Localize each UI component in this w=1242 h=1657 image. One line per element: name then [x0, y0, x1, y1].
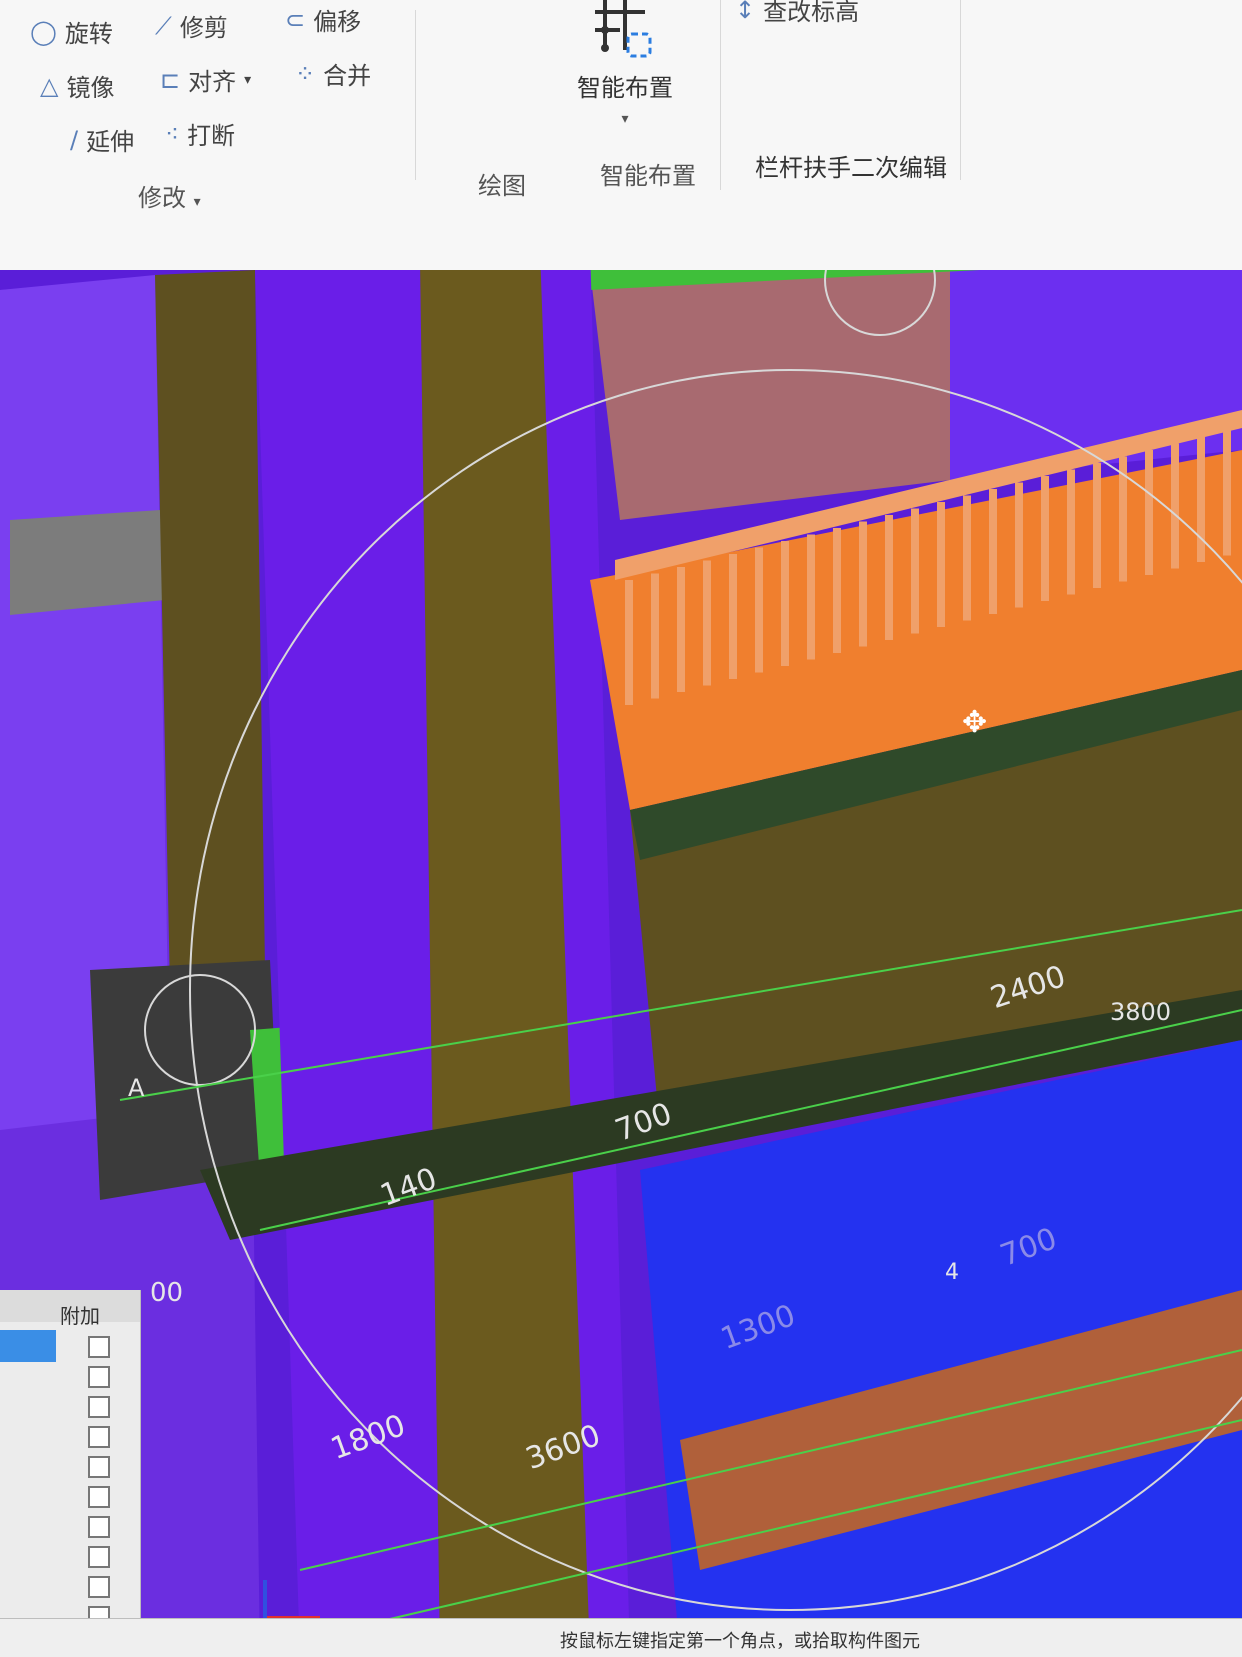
grid-axis-label: A [128, 1074, 145, 1102]
break-icon: ⁖ [165, 119, 180, 148]
rotate-label: 旋转 [64, 20, 113, 48]
extra-checkbox[interactable] [88, 1366, 110, 1388]
grid-axis-label: 4 [945, 1260, 959, 1285]
baluster [729, 554, 737, 679]
trim-button[interactable]: ⟋ 修剪 [155, 8, 228, 43]
3d-viewport[interactable]: ✥ 2400 3800 700 140 1800 3600 1300 700 4… [0, 270, 1242, 1656]
extra-column-header: 附加 [60, 1304, 100, 1328]
trim-icon: ⟋ [155, 11, 172, 40]
draw-group-label: 绘图 [478, 172, 526, 200]
properties-panel: 附加 [0, 1290, 141, 1656]
baluster [807, 534, 815, 660]
rotate-button[interactable]: ◯ 旋转 [30, 14, 113, 49]
mirror-label: 镜像 [66, 74, 115, 102]
baluster [833, 528, 841, 653]
baluster [937, 502, 945, 627]
baluster [1145, 450, 1153, 575]
baluster [1223, 430, 1231, 556]
railing-group-label: 栏杆扶手二次编辑 [755, 154, 947, 182]
merge-icon: ⁘ [295, 59, 316, 88]
baluster [911, 508, 919, 634]
align-dropdown-icon[interactable]: ▾ [244, 72, 251, 88]
mirror-button[interactable]: △ 镜像 [40, 68, 114, 103]
baluster [1015, 482, 1023, 608]
align-label: 对齐 [188, 68, 237, 96]
smart-layout-button[interactable]: 智能布置 ▾ [560, 0, 690, 127]
baluster [703, 560, 711, 686]
extra-checkbox[interactable] [88, 1336, 110, 1358]
dim-label: 00 [150, 1278, 184, 1308]
baluster [781, 541, 789, 666]
elevation-icon: ↕ [735, 0, 756, 24]
status-text: 按鼠标左键指定第一个角点，或拾取构件图元 [560, 1631, 920, 1652]
baluster [989, 489, 997, 614]
baluster [1067, 469, 1075, 595]
modify-group-label[interactable]: 修改 ▾ [138, 178, 201, 213]
extra-checkbox[interactable] [88, 1396, 110, 1418]
edit-elevation-label: 查改标高 [763, 0, 860, 26]
merge-label: 合并 [323, 62, 372, 90]
extend-button[interactable]: / 延伸 [70, 122, 134, 157]
dim-label: 3800 [1110, 998, 1172, 1026]
modify-group-text: 修改 [138, 184, 186, 212]
edit-elevation-button[interactable]: ↕ 查改标高 [735, 0, 859, 27]
baluster [1197, 437, 1205, 562]
offset-button[interactable]: ⊂ 偏移 [285, 2, 361, 37]
smart-layout-icon [595, 0, 652, 58]
extra-checkbox[interactable] [88, 1486, 110, 1508]
merge-button[interactable]: ⁘ 合并 [295, 56, 371, 91]
baluster [1171, 443, 1179, 569]
break-label: 打断 [187, 122, 236, 150]
divider [720, 0, 721, 190]
baluster [859, 521, 867, 647]
break-button[interactable]: ⁖ 打断 [165, 116, 235, 151]
baluster [1093, 463, 1101, 588]
extra-checkbox[interactable] [88, 1426, 110, 1448]
extra-checkbox[interactable] [88, 1576, 110, 1598]
left-column-face [155, 270, 265, 990]
align-button[interactable]: ⊏ 对齐 ▾ [160, 62, 251, 97]
trim-label: 修剪 [179, 14, 228, 42]
chevron-down-icon: ▾ [193, 194, 201, 210]
rotate-icon: ◯ [30, 17, 57, 46]
grey-shelf [10, 510, 165, 615]
ribbon-toolbar: ◯ 旋转 ⟋ 修剪 ⊂ 偏移 △ 镜像 ⊏ 对齐 ▾ ⁘ 合并 / 延伸 ⁖ 打… [0, 0, 1242, 271]
status-bar: 按鼠标左键指定第一个角点，或拾取构件图元 [0, 1618, 1242, 1657]
offset-label: 偏移 [313, 8, 362, 36]
divider [415, 10, 416, 180]
extra-checkbox[interactable] [88, 1456, 110, 1478]
smart-dropdown-icon[interactable]: ▾ [560, 111, 690, 127]
baluster [677, 567, 685, 692]
extend-label: 延伸 [86, 128, 135, 156]
panel-selected-row[interactable] [0, 1330, 56, 1362]
extra-checkbox[interactable] [88, 1516, 110, 1538]
divider [960, 0, 961, 180]
extend-icon: / [70, 125, 79, 154]
baluster [1041, 476, 1049, 601]
move-cursor-icon: ✥ [962, 705, 987, 740]
align-icon: ⊏ [160, 65, 181, 94]
baluster [755, 547, 763, 673]
smart-group-label: 智能布置 [600, 162, 696, 190]
pink-wall [590, 270, 950, 520]
baluster [963, 495, 971, 621]
baluster [885, 515, 893, 640]
extra-checkbox[interactable] [88, 1546, 110, 1568]
mirror-icon: △ [40, 71, 59, 100]
baluster [625, 580, 633, 705]
smart-layout-label: 智能布置 [577, 74, 673, 102]
baluster [651, 573, 659, 699]
offset-icon: ⊂ [285, 5, 306, 34]
